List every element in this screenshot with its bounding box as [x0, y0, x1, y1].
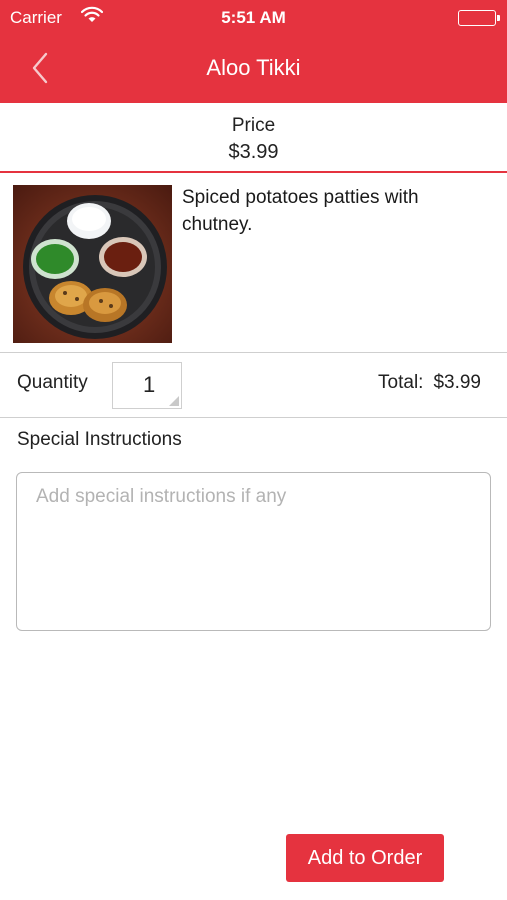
navigation-header: Carrier 5:51 AM Aloo Tikki — [0, 0, 507, 103]
price-value: $3.99 — [228, 141, 279, 163]
quantity-field[interactable]: 1 — [112, 362, 182, 409]
special-instructions-input[interactable] — [16, 472, 491, 631]
add-to-order-button[interactable]: Add to Order — [286, 834, 444, 882]
total-label: Total: — [378, 372, 424, 393]
divider — [0, 352, 507, 353]
price-section: Price $3.99 — [0, 103, 507, 173]
status-bar: Carrier 5:51 AM — [0, 0, 507, 36]
page-title: Aloo Tikki — [206, 55, 301, 80]
item-description: Spiced potatoes patties with chutney. — [182, 187, 419, 235]
divider — [0, 417, 507, 418]
resize-grip-icon — [169, 396, 179, 406]
special-instructions-label: Special Instructions — [17, 429, 182, 450]
total-value: $3.99 — [433, 372, 481, 393]
quantity-label: Quantity — [17, 372, 88, 393]
order-total: Total: $3.99 — [378, 372, 481, 394]
status-time: 5:51 AM — [221, 8, 286, 27]
item-photo — [13, 185, 172, 343]
quantity-value: 1 — [143, 372, 156, 397]
price-label: Price — [231, 115, 276, 136]
battery-icon — [458, 10, 500, 26]
